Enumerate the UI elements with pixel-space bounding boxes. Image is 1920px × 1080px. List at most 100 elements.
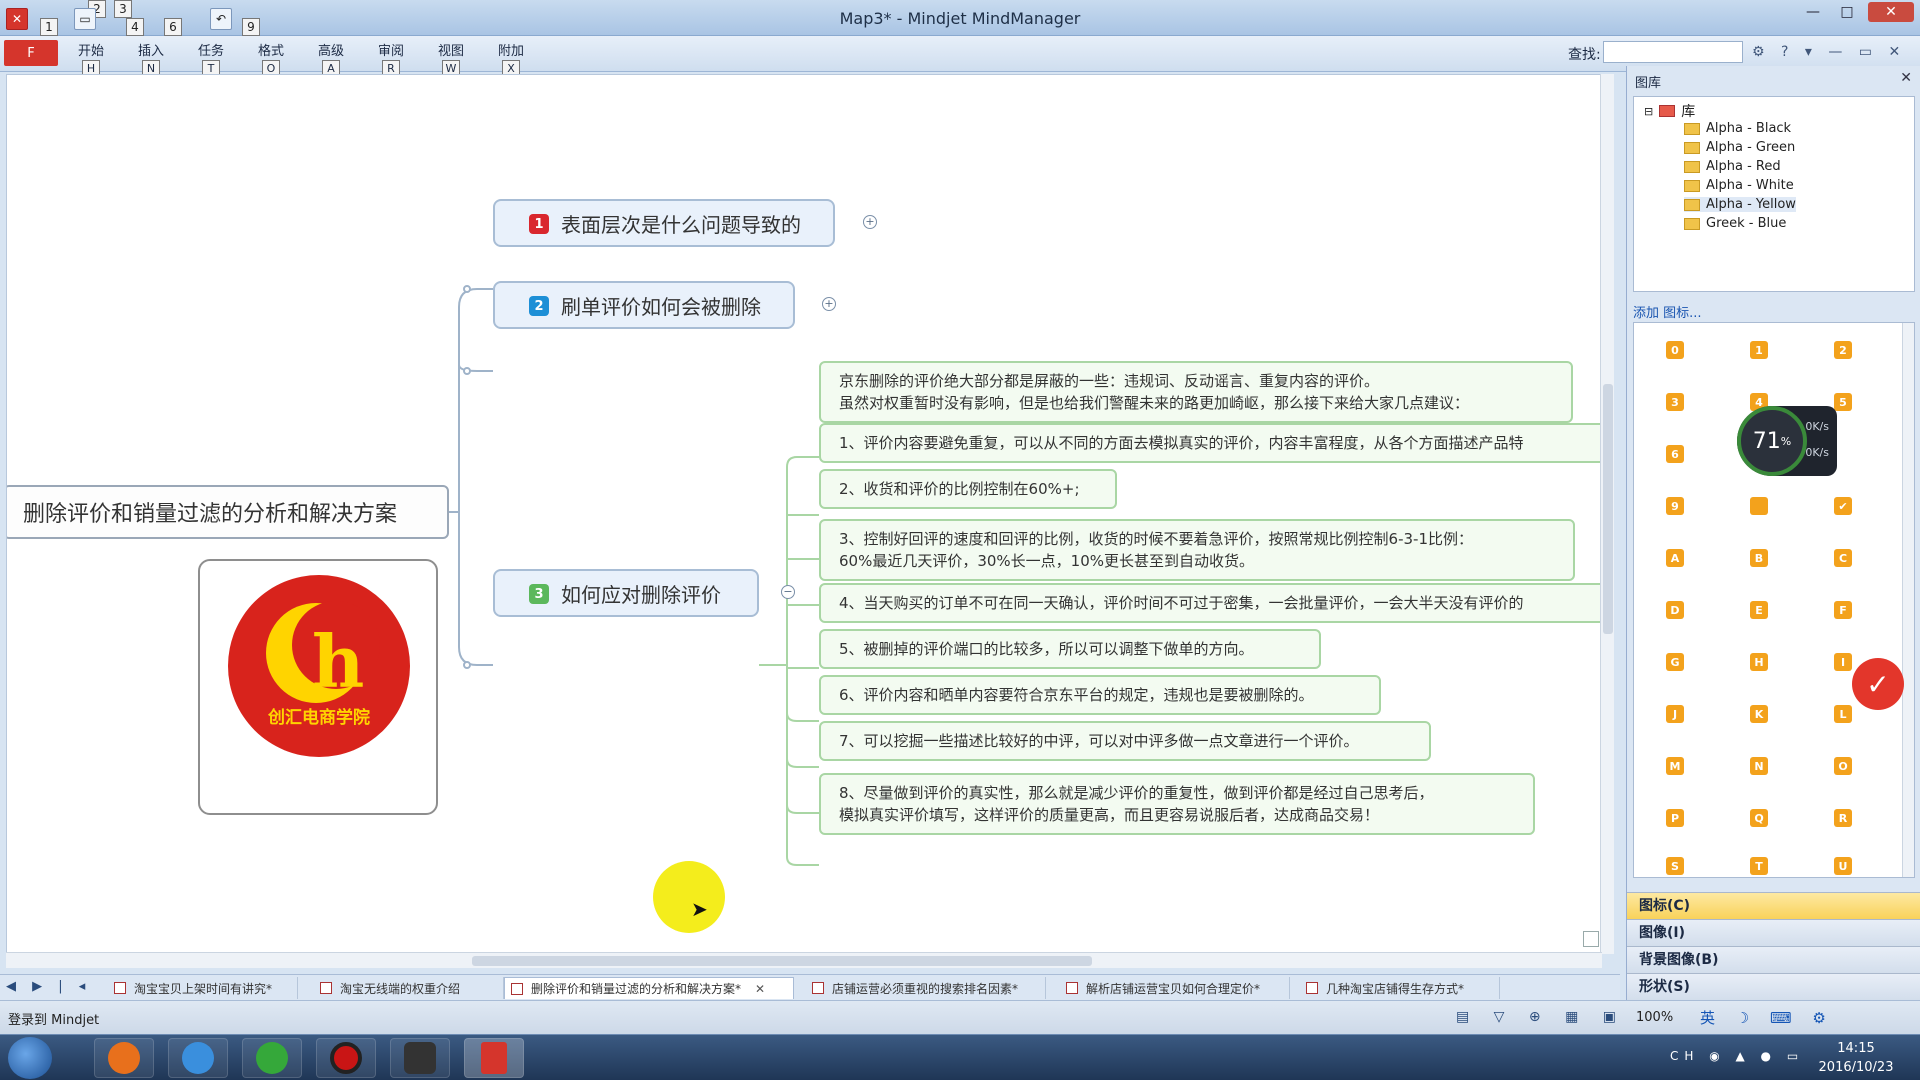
start-button[interactable]: [8, 1037, 52, 1079]
icon-tile[interactable]: C: [1834, 549, 1852, 567]
zoom-level[interactable]: 100%: [1636, 1010, 1673, 1025]
scroll-thumb[interactable]: [472, 956, 1092, 966]
icon-tile[interactable]: K: [1750, 705, 1768, 723]
clock[interactable]: 14:15 2016/10/23: [1798, 1039, 1914, 1077]
subtopic-2[interactable]: 2、收货和评价的比例控制在60%+;: [819, 469, 1117, 509]
subtopic-3[interactable]: 3、控制好回评的速度和回评的比例，收货的时候不要着急评价，按照常规比例控制6-3…: [819, 519, 1575, 581]
expand-topic-2[interactable]: +: [822, 297, 836, 311]
tab-insert[interactable]: 插入 N: [134, 40, 168, 77]
icon-tile[interactable]: 9: [1666, 497, 1684, 515]
close-tab-icon[interactable]: ✕: [755, 982, 765, 996]
checkmark-icon[interactable]: ✔: [1834, 497, 1852, 515]
section-shapes[interactable]: 形状(S): [1627, 973, 1920, 1000]
library-item[interactable]: Alpha - White: [1684, 178, 1794, 193]
icon-tile[interactable]: Q: [1750, 809, 1768, 827]
map-canvas[interactable]: 删除评价和销量过滤的分析和解决方案 h 创汇电商学院 1 表面层次是什么问题导致…: [6, 74, 1602, 954]
taskbar-recorder[interactable]: [316, 1038, 376, 1078]
subtopic-intro[interactable]: 京东删除的评价绝大部分都是屏蔽的一些：违规词、反动谣言、重复内容的评价。 虽然对…: [819, 361, 1573, 423]
doc-tab[interactable]: 解析店铺运营宝贝如何合理定价*: [1060, 977, 1290, 999]
tab-home[interactable]: 开始 H: [74, 40, 108, 77]
canvas-corner-button[interactable]: [1583, 931, 1599, 947]
canvas-horizontal-scrollbar[interactable]: [6, 952, 1602, 968]
tab-advanced[interactable]: 高级 A: [314, 40, 348, 77]
icon-tile[interactable]: I: [1834, 653, 1852, 671]
doc-tab[interactable]: 几种淘宝店铺得生存方式*: [1300, 977, 1500, 999]
taskbar-nox[interactable]: [390, 1038, 450, 1078]
icon-tile[interactable]: O: [1834, 757, 1852, 775]
tab-format[interactable]: 格式 O: [254, 40, 288, 77]
icon-tile[interactable]: B: [1750, 549, 1768, 567]
icon-tile[interactable]: 0: [1666, 341, 1684, 359]
ribbon-help-icons[interactable]: ⚙ ? ▾ — ▭ ✕: [1752, 44, 1906, 60]
library-item-selected[interactable]: Alpha - Yellow: [1684, 197, 1796, 212]
icon-tile[interactable]: T: [1750, 857, 1768, 875]
section-icons[interactable]: 图标(C): [1627, 892, 1920, 919]
tab-view[interactable]: 视图 W: [434, 40, 468, 77]
doc-tab-active[interactable]: 删除评价和销量过滤的分析和解决方案* ✕: [504, 977, 794, 999]
collapse-topic-3[interactable]: −: [781, 585, 795, 599]
collapse-icon[interactable]: ⊟: [1644, 105, 1653, 118]
topic-3[interactable]: 3 如何应对删除评价: [493, 569, 759, 617]
library-item[interactable]: Alpha - Green: [1684, 140, 1795, 155]
icon-tile[interactable]: 3: [1666, 393, 1684, 411]
view-mode-icons[interactable]: ▤ ▽ ⊕ ▦ ▣: [1456, 1009, 1626, 1025]
topic-1[interactable]: 1 表面层次是什么问题导致的: [493, 199, 835, 247]
library-item[interactable]: Alpha - Red: [1684, 159, 1781, 174]
icon-tile[interactable]: U: [1834, 857, 1852, 875]
doc-tab[interactable]: 淘宝无线端的权重介绍: [314, 977, 504, 999]
subtopic-5[interactable]: 5、被删掉的评价端口的比较多，所以可以调整下做单的方向。: [819, 629, 1321, 669]
library-item[interactable]: Alpha - Black: [1684, 121, 1791, 136]
icon-tile[interactable]: J: [1666, 705, 1684, 723]
canvas-vertical-scrollbar[interactable]: [1600, 74, 1614, 954]
icon-tile[interactable]: L: [1834, 705, 1852, 723]
icon-tile[interactable]: M: [1666, 757, 1684, 775]
icon-tile[interactable]: R: [1834, 809, 1852, 827]
taskbar-firefox[interactable]: [94, 1038, 154, 1078]
central-topic[interactable]: 删除评价和销量过滤的分析和解决方案: [7, 485, 449, 539]
tree-root[interactable]: ⊟ 库: [1644, 101, 1695, 121]
scroll-thumb[interactable]: [1603, 384, 1613, 634]
tab-nav-arrows[interactable]: ◀ ▶ | ◂: [6, 979, 91, 994]
library-item[interactable]: Greek - Blue: [1684, 216, 1786, 231]
icon-tile[interactable]: G: [1666, 653, 1684, 671]
expand-topic-1[interactable]: +: [863, 215, 877, 229]
doc-tab[interactable]: 店铺运营必须重视的搜索排名因素*: [806, 977, 1046, 999]
subtopic-6[interactable]: 6、评价内容和晒单内容要符合京东平台的规定，违规也是要被删除的。: [819, 675, 1381, 715]
section-background-images[interactable]: 背景图像(B): [1627, 946, 1920, 973]
find-input[interactable]: [1603, 41, 1743, 63]
icon-tile[interactable]: N: [1750, 757, 1768, 775]
icon-tile[interactable]: H: [1750, 653, 1768, 671]
tab-addins[interactable]: 附加 X: [494, 40, 528, 77]
topic-2[interactable]: 2 刷单评价如何会被删除: [493, 281, 795, 329]
taskbar-mindmanager[interactable]: [464, 1038, 524, 1078]
icon-tile[interactable]: D: [1666, 601, 1684, 619]
ime-toolbar[interactable]: 英 ☽ ⌨ ⚙: [1700, 1007, 1834, 1028]
subtopic-1[interactable]: 1、评价内容要避免重复，可以从不同的方面去模拟真实的评价，内容丰富程度，从各个方…: [819, 423, 1601, 463]
section-images[interactable]: 图像(I): [1627, 919, 1920, 946]
icon-grid-scrollbar[interactable]: [1902, 323, 1914, 877]
maximize-button[interactable]: □: [1830, 2, 1864, 22]
icon-tile[interactable]: 6: [1666, 445, 1684, 463]
system-tray[interactable]: CH ◉ ▲ ● ▭: [1670, 1049, 1804, 1063]
panel-close-icon[interactable]: ✕: [1900, 70, 1912, 86]
icon-tile[interactable]: 2: [1834, 341, 1852, 359]
login-link[interactable]: 登录到 Mindjet: [8, 1009, 99, 1028]
file-tab[interactable]: F: [4, 40, 58, 66]
taskbar-360[interactable]: [242, 1038, 302, 1078]
close-button[interactable]: ✕: [1868, 2, 1914, 22]
tab-review[interactable]: 审阅 R: [374, 40, 408, 77]
tab-task[interactable]: 任务 T: [194, 40, 228, 77]
minimize-button[interactable]: —: [1796, 2, 1830, 22]
icon-tile-blank[interactable]: [1750, 497, 1768, 515]
subtopic-8[interactable]: 8、尽量做到评价的真实性，那么就是减少评价的重复性，做到评价都是经过自己思考后，…: [819, 773, 1535, 835]
icon-tile[interactable]: 1: [1750, 341, 1768, 359]
icon-tile[interactable]: 5: [1834, 393, 1852, 411]
icon-tile[interactable]: P: [1666, 809, 1684, 827]
icon-tile[interactable]: E: [1750, 601, 1768, 619]
taskbar-ie[interactable]: [168, 1038, 228, 1078]
subtopic-4[interactable]: 4、当天购买的订单不可在同一天确认，评价时间不可过于密集，一会批量评价，一会大半…: [819, 583, 1601, 623]
subtopic-7[interactable]: 7、可以挖掘一些描述比较好的中评，可以对中评多做一点文章进行一个评价。: [819, 721, 1431, 761]
icon-tile[interactable]: S: [1666, 857, 1684, 875]
add-icon-link[interactable]: 添加 图标...: [1633, 302, 1702, 321]
doc-tab[interactable]: 淘宝宝贝上架时间有讲究*: [108, 977, 298, 999]
